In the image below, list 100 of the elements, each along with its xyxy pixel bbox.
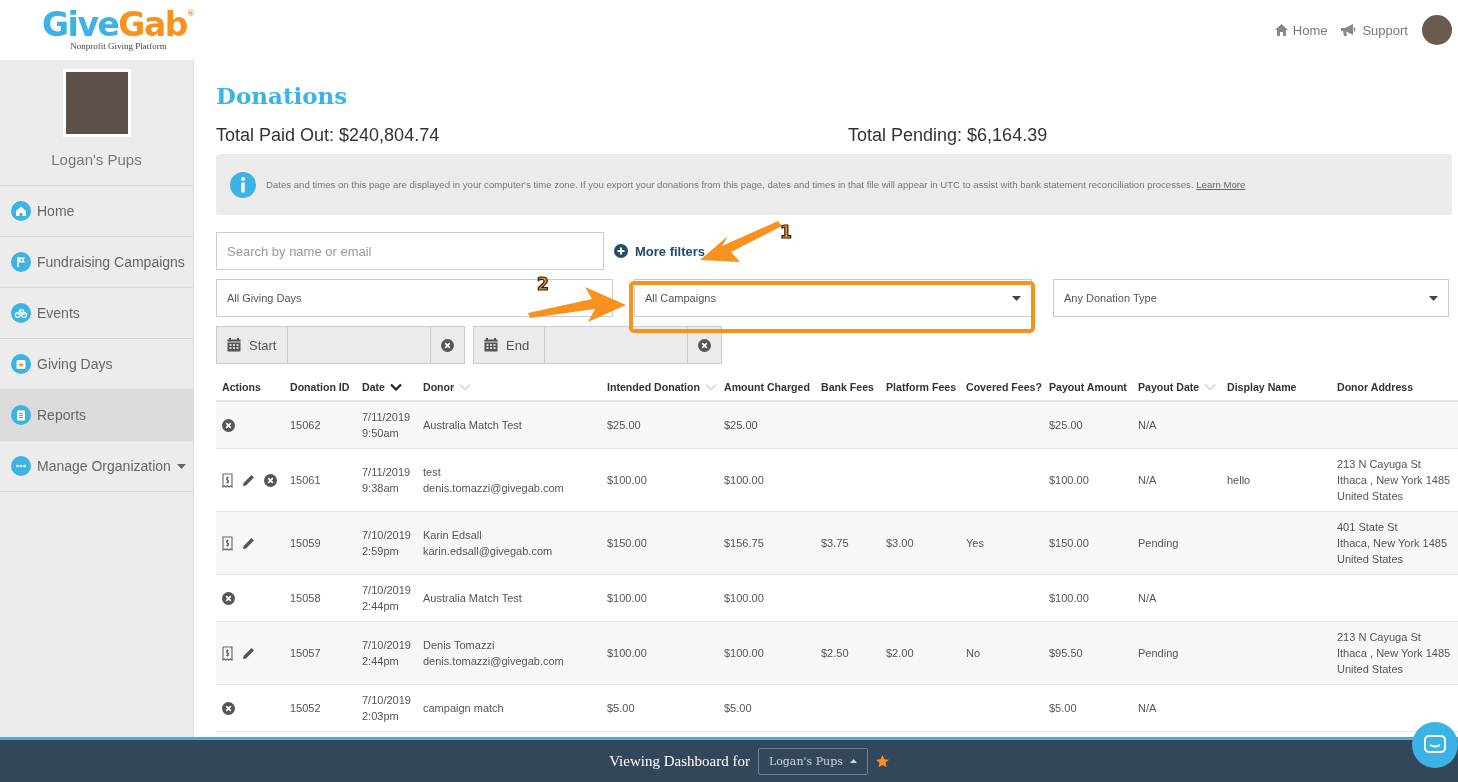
chat-button[interactable] — [1412, 722, 1458, 768]
sidebar-item[interactable]: Manage Organization — [0, 441, 193, 492]
column-header[interactable]: Date — [362, 381, 385, 393]
calendar-icon[interactable] — [227, 338, 241, 352]
table-cell: 15059 — [290, 537, 321, 549]
table-cell-text: Karin Edsall karin.edsall@givegab.com — [423, 528, 553, 559]
caret-icon — [1012, 295, 1021, 301]
table-cell: $25.00 — [724, 419, 758, 431]
avatar-icon[interactable] — [1422, 15, 1452, 45]
organization-name: Logan's Pups — [51, 151, 142, 168]
cancel-icon[interactable] — [264, 473, 277, 487]
table-cell: N/A — [1138, 474, 1157, 486]
table-cell: $150.00 — [1049, 537, 1089, 549]
table-cell-text: 7/11/2019 9:50am — [362, 410, 411, 441]
cancel-icon[interactable] — [222, 591, 235, 605]
table-cell: Pending — [1138, 647, 1179, 659]
calendar-icon[interactable] — [484, 338, 498, 352]
table-cell: $100.00 — [607, 474, 647, 486]
table-cell-text: 7/10/2019 2:44pm — [362, 583, 411, 614]
megaphone-icon[interactable] — [1341, 24, 1358, 36]
star-icon[interactable] — [875, 754, 889, 768]
table-cell: N/A — [1138, 702, 1157, 714]
table-cell: $100.00 — [607, 592, 647, 604]
learn-more-link[interactable]: Learn More — [1196, 179, 1246, 190]
table-cell: $5.00 — [724, 702, 752, 714]
table-cell: N/A — [1138, 419, 1157, 431]
table-cell-text: test denis.tomazzi@givegab.com — [423, 465, 564, 496]
table-cell: 15058 — [290, 592, 321, 604]
cancel-icon[interactable] — [222, 418, 235, 432]
header-link[interactable]: Home — [1292, 22, 1328, 38]
column-header: Platform Fees — [886, 381, 957, 393]
sidebar-item[interactable]: Home — [0, 186, 193, 237]
column-header: Actions — [222, 381, 261, 393]
total-pending: Total Pending: $6,164.39 — [848, 125, 1049, 146]
column-header: Payout Amount — [1049, 381, 1127, 393]
table-cell: $100.00 — [607, 647, 647, 659]
annotation-number: 1 — [780, 224, 792, 241]
table-cell: hello — [1227, 474, 1251, 486]
dropdown[interactable]: Any Donation Type — [1053, 279, 1449, 317]
house-icon[interactable] — [1274, 24, 1288, 36]
table-cell: $100.00 — [1049, 474, 1089, 486]
table-cell-text: 7/10/2019 2:03pm — [362, 693, 411, 724]
sidebar-item[interactable]: Fundraising Campaigns — [0, 237, 193, 288]
receipt-icon[interactable] — [222, 535, 233, 551]
pencil-icon[interactable] — [242, 646, 255, 660]
flag-icon — [11, 252, 31, 272]
table-cell: $2.50 — [821, 647, 849, 659]
receipt-icon[interactable] — [222, 645, 233, 661]
table-cell-text: 7/10/2019 2:44pm — [362, 638, 411, 669]
table-cell: $100.00 — [724, 592, 764, 604]
table-cell: Pending — [1138, 537, 1179, 549]
table-cell: $150.00 — [607, 537, 647, 549]
table-cell-text: 213 N Cayuga St Ithaca , New York 1485 United States — [1337, 630, 1451, 677]
table-cell: $5.00 — [607, 702, 635, 714]
table-cell-text: 7/10/2019 2:59pm — [362, 528, 411, 559]
sidebar-item[interactable]: Events — [0, 288, 193, 339]
table-cell: $25.00 — [607, 419, 641, 431]
table-cell-text: campaign match — [423, 701, 504, 716]
receipt-icon[interactable] — [222, 472, 233, 488]
cancel-icon[interactable] — [222, 701, 235, 715]
table-cell: $3.75 — [821, 537, 849, 549]
more-filters-link[interactable]: More filters — [614, 243, 706, 259]
table-cell: $25.00 — [1049, 419, 1083, 431]
column-header: Display Name — [1227, 381, 1297, 393]
table-cell: $2.00 — [886, 647, 914, 659]
clipboard-icon — [11, 405, 31, 425]
table-cell-text: Australia Match Test — [423, 418, 522, 433]
caret-icon — [849, 759, 857, 763]
table-cell-text: Denis Tomazzi denis.tomazzi@givegab.com — [423, 638, 564, 669]
column-header: Donor Address — [1337, 381, 1414, 393]
column-header[interactable]: Intended Donation — [607, 381, 700, 393]
annotation-number: 2 — [537, 276, 549, 293]
clear-icon[interactable] — [698, 338, 711, 352]
sort-chevron-icon[interactable] — [389, 383, 402, 391]
table-cell: $100.00 — [724, 474, 764, 486]
column-header[interactable]: Donor — [423, 381, 455, 393]
caret-icon — [1429, 295, 1438, 301]
table-cell: 15057 — [290, 647, 321, 659]
sidebar-item[interactable]: Reports — [0, 390, 193, 441]
column-header[interactable]: Payout Date — [1138, 381, 1200, 393]
table-cell: $5.00 — [1049, 702, 1077, 714]
table-cell: 15062 — [290, 419, 321, 431]
header-link[interactable]: Support — [1362, 22, 1408, 38]
pencil-icon[interactable] — [242, 473, 255, 487]
info-text: Dates and times on this page are displayed in your computer's time zone. If you export your donations from this page, dates and times in that file will appear in UTC to assist with bank statement reconciliation processes. Learn More — [266, 178, 1246, 191]
chat-bubble-icon — [1424, 735, 1446, 755]
column-header: Covered Fees? — [966, 381, 1042, 393]
photo-placeholder — [62, 69, 131, 137]
home-icon — [11, 201, 31, 221]
table-cell: $95.50 — [1049, 647, 1083, 659]
search-field[interactable]: Search by name or email — [216, 232, 604, 270]
clear-icon[interactable] — [441, 338, 454, 352]
column-header: Bank Fees — [821, 381, 874, 393]
table-cell-text: 213 N Cayuga St Ithaca , New York 1485 United States — [1337, 457, 1451, 504]
table-cell-text: Australia Match Test — [423, 591, 522, 606]
footer-text: Viewing Dashboard for — [609, 752, 750, 770]
pencil-icon[interactable] — [242, 536, 255, 550]
plus-circle-icon — [614, 244, 628, 258]
bicycle-icon — [11, 303, 31, 323]
organization-switcher[interactable]: Logan's Pups — [757, 747, 868, 775]
